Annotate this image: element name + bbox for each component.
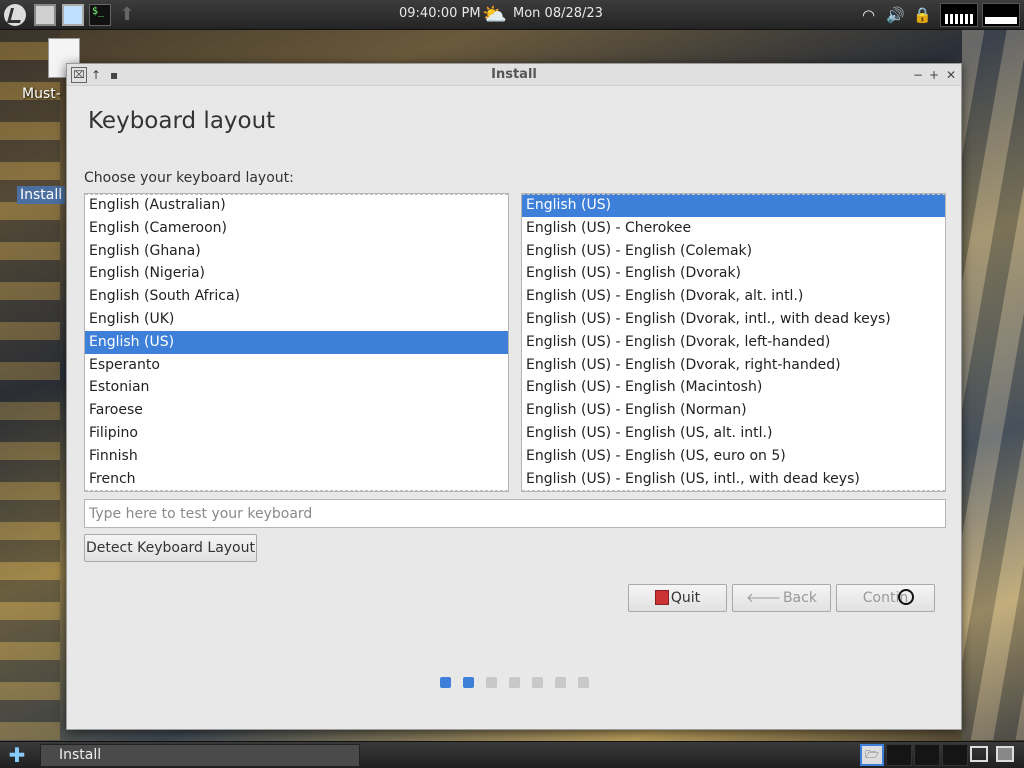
workspace-1-icon[interactable]: 🗁 [860, 744, 884, 766]
layout-item[interactable]: Faroese [85, 399, 508, 422]
layout-item[interactable]: Filipino [85, 422, 508, 445]
layout-item[interactable]: English (UK) [85, 308, 508, 331]
layout-item[interactable]: English (South Africa) [85, 285, 508, 308]
detect-layout-button[interactable]: Detect Keyboard Layout [84, 534, 257, 562]
back-label: Back [782, 590, 817, 606]
progress-dot [440, 677, 451, 688]
quit-button[interactable]: Quit [628, 584, 727, 612]
logo-icon[interactable] [4, 4, 26, 26]
layout-item[interactable]: English (US) [85, 330, 508, 354]
up-arrow-icon[interactable]: ⬆ [116, 4, 138, 26]
cpu-monitor[interactable] [940, 3, 978, 27]
clock[interactable]: 09:40:00 PM [399, 6, 481, 21]
workspace-2[interactable] [886, 744, 912, 766]
workspace-3[interactable] [914, 744, 940, 766]
variant-list[interactable]: English (US) English (US) - Cherokee Engli… [521, 193, 946, 492]
wallpaper-detail [0, 30, 60, 740]
variant-item[interactable]: English (US) - English (Dvorak, left-han… [522, 331, 945, 354]
quit-label: Quit [670, 590, 701, 606]
progress-dot [486, 677, 497, 688]
variant-item[interactable]: English (US) - English (Colemak) [522, 240, 945, 263]
variant-item[interactable]: English (US) - English (Norman) [522, 399, 945, 422]
layout-item[interactable]: French [85, 468, 508, 491]
continue-button[interactable]: Contin [836, 584, 935, 612]
variant-item[interactable]: English (US) - English (Macintosh) [522, 376, 945, 399]
wallpaper-detail [962, 30, 1024, 740]
window-title: Install [491, 67, 537, 82]
layout-prompt: Choose your keyboard layout: [84, 170, 294, 186]
layout-item[interactable]: Finnish [85, 445, 508, 468]
layout-item[interactable]: English (Ghana) [85, 240, 508, 263]
minimize-icon[interactable]: − [913, 67, 923, 83]
layout-item[interactable]: English (Cameroon) [85, 217, 508, 240]
variant-item[interactable]: English (US) - English (US, alt. intl.) [522, 422, 945, 445]
progress-dot [509, 677, 520, 688]
monitor-icon[interactable] [62, 4, 84, 26]
window-list-icon[interactable] [996, 746, 1014, 762]
variant-item[interactable]: English (US) - English (Dvorak) [522, 262, 945, 285]
variant-item[interactable]: English (US) - Cherokee [522, 217, 945, 240]
layout-list[interactable]: English (Australian) English (Cameroon) En… [84, 193, 509, 492]
keyboard-test-input[interactable] [84, 499, 946, 528]
busy-cursor-icon [898, 589, 914, 605]
variant-item[interactable]: English (US) - English (Dvorak, alt. int… [522, 285, 945, 308]
taskbar-item-install[interactable]: Install [40, 744, 360, 767]
terminal-icon[interactable]: $_ [89, 4, 111, 26]
variant-item[interactable]: English (US) [522, 194, 945, 217]
progress-dot [463, 677, 474, 688]
back-button[interactable]: 🡐 Back [732, 584, 831, 612]
progress-dot [532, 677, 543, 688]
wifi-icon[interactable]: ◠ [862, 5, 875, 25]
weather-icon[interactable]: ⛅ [482, 3, 507, 25]
plus-menu-icon[interactable]: ✚ [6, 744, 28, 766]
memory-monitor[interactable] [982, 3, 1020, 27]
layout-item[interactable]: Estonian [85, 376, 508, 399]
desktop-install-label[interactable]: Install [17, 186, 66, 204]
volume-icon[interactable]: 🔊 [886, 5, 905, 25]
page-title: Keyboard layout [88, 108, 276, 134]
date[interactable]: Mon 08/28/23 [513, 6, 603, 21]
progress-dots [440, 677, 600, 689]
variant-item[interactable]: English (US) - English (Dvorak, right-ha… [522, 354, 945, 377]
layout-item[interactable]: English (Nigeria) [85, 262, 508, 285]
close-icon[interactable]: ✕ [946, 67, 956, 83]
quit-icon [654, 590, 669, 605]
progress-dot [555, 677, 566, 688]
files-icon[interactable] [34, 4, 56, 26]
layout-item[interactable]: Esperanto [85, 354, 508, 377]
top-panel: $_ ⬆ 09:40:00 PM ⛅ Mon 08/28/23 ◠ 🔊 🔒 [0, 0, 1024, 30]
install-window: ⌧ ↑ ▪ Install − + ✕ Keyboard layout Choo… [66, 63, 962, 730]
taskbar: ✚ Install 🗁 [0, 741, 1024, 768]
back-arrow-icon: 🡐 [746, 591, 781, 606]
variant-item[interactable]: English (US) - English (Dvorak, intl., w… [522, 308, 945, 331]
variant-item[interactable]: English (US) - English (US, intl., with … [522, 468, 945, 491]
maximize-icon[interactable]: + [929, 67, 939, 83]
titlebar[interactable]: ⌧ ↑ ▪ Install − + ✕ [67, 64, 961, 86]
lock-icon[interactable]: 🔒 [913, 5, 932, 25]
progress-dot [578, 677, 589, 688]
layout-item[interactable]: English (Australian) [85, 194, 508, 217]
desktop-icon-label[interactable]: Must- [22, 86, 61, 102]
show-desktop-icon[interactable] [970, 746, 988, 762]
workspace-4[interactable] [942, 744, 968, 766]
variant-item[interactable]: English (US) - English (US, euro on 5) [522, 445, 945, 468]
